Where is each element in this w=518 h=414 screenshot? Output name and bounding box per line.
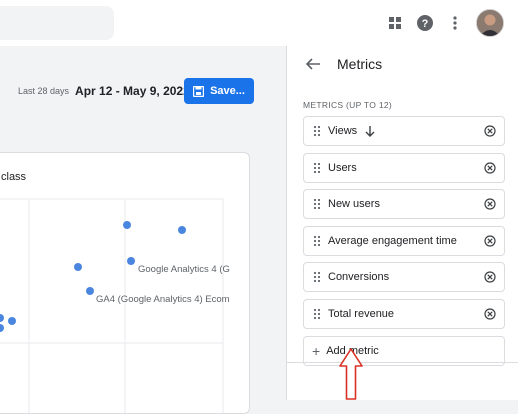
top-app-bar: ? — [0, 0, 518, 47]
save-button[interactable]: Save... — [184, 78, 254, 104]
scatter-point[interactable] — [8, 317, 16, 325]
top-actions: ? — [386, 8, 504, 38]
scatter-label: Google Analytics 4 (G — [138, 264, 230, 275]
search-box[interactable] — [0, 6, 114, 40]
metric-item-views[interactable]: Views — [303, 116, 505, 146]
plus-icon: + — [312, 342, 321, 359]
panel-title: Metrics — [337, 56, 383, 72]
save-button-label: Save... — [210, 85, 245, 97]
arrow-down-icon[interactable] — [365, 125, 375, 137]
scatter-point[interactable] — [86, 287, 94, 295]
metric-item-total-revenue[interactable]: Total revenue — [303, 298, 505, 329]
svg-text:?: ? — [422, 18, 429, 30]
apps-grid-icon[interactable] — [386, 14, 404, 32]
help-icon[interactable]: ? — [416, 14, 434, 32]
drag-handle-icon[interactable] — [313, 162, 321, 174]
drag-handle-icon[interactable] — [313, 198, 321, 210]
scatter-point[interactable] — [74, 263, 82, 271]
date-range-value: Apr 12 - May 9, 2022 — [75, 84, 190, 98]
report-area: Last 28 days Apr 12 - May 9, 2022 Save..… — [0, 46, 286, 414]
metric-item-users[interactable]: Users — [303, 152, 505, 183]
remove-circle-icon[interactable] — [484, 161, 496, 174]
scatter-point[interactable] — [127, 257, 135, 265]
scatter-point[interactable] — [178, 226, 186, 234]
metric-label: Total revenue — [328, 307, 395, 320]
remove-circle-icon[interactable] — [484, 271, 496, 283]
scatter-card: class Google Analytics 4 (G GA4 (Google … — [0, 152, 250, 414]
more-vert-icon[interactable] — [446, 14, 464, 32]
remove-circle-icon[interactable] — [484, 308, 496, 320]
save-icon — [193, 85, 205, 97]
drag-handle-icon[interactable] — [313, 271, 321, 283]
metric-label: New users — [328, 198, 380, 211]
metric-label: Average engagement time — [328, 234, 457, 247]
remove-circle-icon[interactable] — [484, 125, 496, 137]
panel-divider — [287, 362, 518, 363]
date-range-prefix: Last 28 days — [18, 84, 70, 98]
metric-label: Conversions — [328, 271, 390, 284]
scatter-label: GA4 (Google Analytics 4) Ecom — [96, 294, 230, 305]
metric-item-new-users[interactable]: New users — [303, 189, 505, 220]
metric-label: Users — [328, 161, 357, 174]
metric-item-conversions[interactable]: Conversions — [303, 262, 505, 293]
drag-handle-icon[interactable] — [313, 235, 321, 247]
metric-label: Views — [328, 125, 358, 137]
remove-circle-icon[interactable] — [484, 235, 496, 247]
scatter-point[interactable] — [0, 314, 4, 322]
remove-circle-icon[interactable] — [484, 198, 496, 210]
back-arrow-icon[interactable] — [305, 56, 321, 72]
metric-item-average-engagement-time[interactable]: Average engagement time — [303, 225, 505, 256]
drag-handle-icon[interactable] — [313, 125, 321, 137]
avatar[interactable] — [476, 9, 504, 37]
scatter-point[interactable] — [0, 324, 4, 332]
annotation-arrow-up-icon — [339, 348, 363, 400]
panel-header: Metrics — [287, 46, 518, 82]
date-range-selector[interactable]: Last 28 days Apr 12 - May 9, 2022 — [18, 84, 190, 98]
drag-handle-icon[interactable] — [313, 308, 321, 320]
scatter-point[interactable] — [123, 221, 131, 229]
scatter-plot: Google Analytics 4 (G GA4 (Google Analyt… — [0, 198, 230, 413]
section-label: METRICS (UP TO 12) — [303, 100, 393, 110]
metric-list: Views Users New users Average engagement… — [303, 116, 505, 366]
metrics-panel: Metrics METRICS (UP TO 12) Views Users N… — [286, 46, 518, 400]
